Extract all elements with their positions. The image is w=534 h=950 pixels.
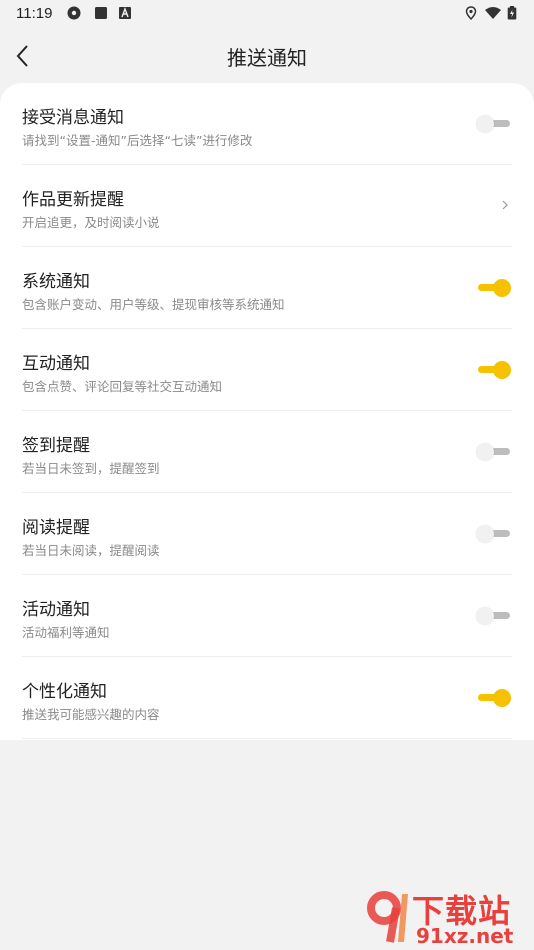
location-icon xyxy=(465,6,477,20)
toggle-knob xyxy=(493,689,511,707)
chevron-right-icon xyxy=(502,200,508,210)
settings-panel: 接受消息通知 请找到“设置-通知”后选择“七读”进行修改 作品更新提醒 开启追更… xyxy=(0,83,534,740)
setting-desc: 请找到“设置-通知”后选择“七读”进行修改 xyxy=(22,133,253,148)
toggle-switch[interactable] xyxy=(476,359,512,381)
status-time: 11:19 xyxy=(16,5,53,22)
setting-row-activity-notice[interactable]: 活动通知 活动福利等通知 xyxy=(22,575,512,657)
watermark-logo: 下载站 91xz.net xyxy=(364,886,534,948)
setting-row-accept-messages[interactable]: 接受消息通知 请找到“设置-通知”后选择“七读”进行修改 xyxy=(22,83,512,165)
setting-title: 系统通知 xyxy=(22,272,90,292)
setting-desc: 推送我可能感兴趣的内容 xyxy=(22,707,160,722)
a-box-icon xyxy=(119,7,131,19)
setting-row-interaction-notice[interactable]: 互动通知 包含点赞、评论回复等社交互动通知 xyxy=(22,329,512,411)
toggle-switch[interactable] xyxy=(476,113,512,135)
toggle-switch[interactable] xyxy=(476,277,512,299)
setting-row-personalized-notice[interactable]: 个性化通知 推送我可能感兴趣的内容 xyxy=(22,657,512,739)
watermark-9-icon xyxy=(367,891,408,943)
wifi-icon xyxy=(485,7,501,19)
stop-square-icon xyxy=(95,7,107,19)
app-header: 推送通知 xyxy=(0,28,534,82)
settings-gear-icon xyxy=(67,6,81,20)
setting-row-signin-reminder[interactable]: 签到提醒 若当日未签到，提醒签到 xyxy=(22,411,512,493)
setting-title: 个性化通知 xyxy=(22,682,107,702)
page-title: 推送通知 xyxy=(227,46,307,70)
setting-row-work-updates[interactable]: 作品更新提醒 开启追更，及时阅读小说 xyxy=(22,165,512,247)
toggle-knob xyxy=(476,443,494,461)
setting-title: 阅读提醒 xyxy=(22,518,90,538)
toggle-knob xyxy=(476,115,494,133)
setting-desc: 若当日未签到，提醒签到 xyxy=(22,461,160,476)
setting-title: 作品更新提醒 xyxy=(22,190,124,210)
setting-desc: 包含点赞、评论回复等社交互动通知 xyxy=(22,379,223,394)
setting-title: 签到提醒 xyxy=(22,436,90,456)
setting-row-reading-reminder[interactable]: 阅读提醒 若当日未阅读，提醒阅读 xyxy=(22,493,512,575)
toggle-switch[interactable] xyxy=(476,441,512,463)
toggle-knob xyxy=(493,361,511,379)
toggle-knob xyxy=(476,525,494,543)
setting-desc: 若当日未阅读，提醒阅读 xyxy=(22,543,160,558)
toggle-knob xyxy=(476,607,494,625)
setting-desc: 包含账户变动、用户等级、提现审核等系统通知 xyxy=(22,297,285,312)
setting-title: 活动通知 xyxy=(22,600,90,620)
watermark-url: 91xz.net xyxy=(416,924,514,948)
toggle-switch[interactable] xyxy=(476,523,512,545)
setting-title: 接受消息通知 xyxy=(22,108,124,128)
setting-desc: 开启追更，及时阅读小说 xyxy=(22,215,160,230)
toggle-switch[interactable] xyxy=(476,687,512,709)
setting-desc: 活动福利等通知 xyxy=(22,625,110,640)
toggle-knob xyxy=(493,279,511,297)
setting-row-system-notice[interactable]: 系统通知 包含账户变动、用户等级、提现审核等系统通知 xyxy=(22,247,512,329)
toggle-switch[interactable] xyxy=(476,605,512,627)
battery-icon xyxy=(507,6,517,20)
setting-title: 互动通知 xyxy=(22,354,90,374)
status-bar: 11:19 xyxy=(0,0,534,28)
